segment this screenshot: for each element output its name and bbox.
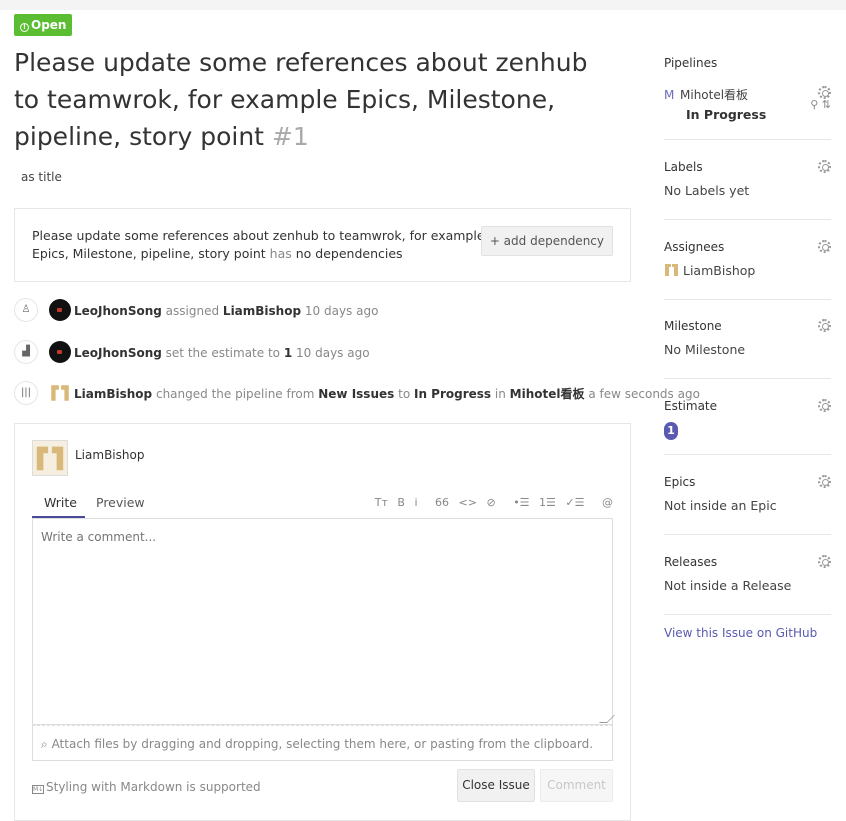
divider: [664, 219, 831, 220]
markdown-toolbar: Tт B i 66 <> ⊘ •☰ 1☰ ✓☰ @: [369, 496, 613, 509]
status-badge: ! Open: [14, 14, 73, 36]
code-icon[interactable]: <>: [459, 496, 477, 509]
gear-icon[interactable]: [818, 399, 831, 412]
pipelines-section: Pipelines M Mihotel看板 In Progress ⚲ ⇅: [664, 56, 831, 122]
releases-section: Releases Not inside a Release: [664, 555, 831, 593]
avatar[interactable]: [49, 382, 71, 404]
comment-username: LiamBishop: [75, 448, 145, 462]
attach-files-zone[interactable]: ⌕ Attach files by dragging and dropping,…: [32, 725, 613, 761]
divider: [664, 378, 831, 379]
add-dependency-button[interactable]: + add dependency: [480, 226, 613, 256]
gear-icon[interactable]: [818, 240, 831, 253]
gear-icon[interactable]: [818, 319, 831, 332]
comment-tabs: Write Preview Tт B i 66 <> ⊘ •☰ 1☰ ✓☰ @: [32, 496, 613, 518]
dependencies-box: Please update some references about zenh…: [14, 208, 631, 282]
tab-preview[interactable]: Preview: [96, 496, 145, 518]
event-target: 1: [283, 346, 293, 360]
page-title: Please update some references about zenh…: [14, 48, 588, 151]
comment-button[interactable]: Comment: [540, 769, 613, 802]
person-icon: ♙: [14, 298, 38, 322]
avatar[interactable]: [49, 299, 71, 321]
reorder-icon[interactable]: ⇅: [822, 98, 831, 111]
estimate-badge: 1: [664, 422, 678, 440]
labels-value: No Labels yet: [664, 183, 750, 198]
comment-textarea[interactable]: [32, 518, 613, 725]
bold-icon[interactable]: B: [397, 496, 405, 509]
event-user[interactable]: LeoJhonSong: [74, 346, 162, 360]
dependencies-text: Please update some references about zenh…: [32, 228, 485, 261]
epics-section: Epics Not inside an Epic: [664, 475, 831, 513]
issue-page: ! Open Please update some references abou…: [0, 10, 846, 821]
section-heading: Epics: [664, 475, 696, 489]
issue-number: #1: [271, 122, 309, 151]
section-heading: Pipelines: [664, 56, 718, 70]
comment-form: LiamBishop Write Preview Tт B i 66 <> ⊘ …: [14, 423, 631, 821]
italic-icon[interactable]: i: [414, 496, 417, 509]
gear-icon[interactable]: [818, 555, 831, 568]
event-user[interactable]: LiamBishop: [74, 387, 152, 401]
avatar: [32, 440, 68, 476]
markdown-note[interactable]: M↓ Styling with Markdown is supported: [32, 780, 261, 794]
chart-icon: ▟: [14, 340, 38, 364]
releases-value: Not inside a Release: [664, 578, 792, 593]
bullet-list-icon[interactable]: •☰: [513, 496, 529, 509]
mention-icon[interactable]: @: [602, 496, 613, 509]
board-name: Mihotel看板: [680, 88, 749, 102]
tab-write[interactable]: Write: [32, 496, 85, 518]
divider: [664, 614, 831, 615]
gear-icon[interactable]: [818, 475, 831, 488]
estimate-section: Estimate 1: [664, 399, 831, 440]
event-user[interactable]: LeoJhonSong: [74, 304, 162, 318]
section-heading: Estimate: [664, 399, 718, 413]
assignees-section: Assignees LiamBishop: [664, 240, 831, 278]
divider: [664, 139, 831, 140]
numbered-list-icon[interactable]: 1☰: [539, 496, 556, 509]
section-heading: Assignees: [664, 240, 725, 254]
divider: [664, 299, 831, 300]
event-target[interactable]: LiamBishop: [223, 304, 301, 318]
milestone-section: Milestone No Milestone: [664, 319, 831, 357]
columns-icon: |||: [14, 381, 38, 405]
board-icon: M: [664, 88, 675, 102]
milestone-value: No Milestone: [664, 342, 746, 357]
epics-value: Not inside an Epic: [664, 498, 777, 513]
section-heading: Milestone: [664, 319, 722, 333]
markdown-icon: M↓: [32, 785, 44, 794]
header-icon[interactable]: Tт: [375, 496, 388, 509]
divider: [664, 534, 831, 535]
assignee-name[interactable]: LiamBishop: [683, 263, 755, 278]
github-link[interactable]: View this Issue on GitHub: [664, 626, 817, 640]
task-list-icon[interactable]: ✓☰: [565, 496, 584, 509]
issue-body: as title: [21, 170, 62, 184]
close-issue-button[interactable]: Close Issue: [457, 769, 535, 802]
avatar[interactable]: [49, 341, 71, 363]
section-heading: Releases: [664, 555, 718, 569]
section-heading: Labels: [664, 160, 703, 174]
link-icon[interactable]: ⊘: [486, 496, 495, 509]
paperclip-icon: ⌕: [41, 737, 48, 751]
quote-icon[interactable]: 66: [435, 496, 449, 509]
pin-icon[interactable]: ⚲: [810, 98, 818, 111]
info-icon: !: [20, 23, 29, 32]
avatar: [665, 264, 678, 276]
gear-icon[interactable]: [818, 160, 831, 173]
labels-section: Labels No Labels yet: [664, 160, 831, 198]
event-board[interactable]: Mihotel看板: [510, 387, 585, 401]
divider: [664, 454, 831, 455]
